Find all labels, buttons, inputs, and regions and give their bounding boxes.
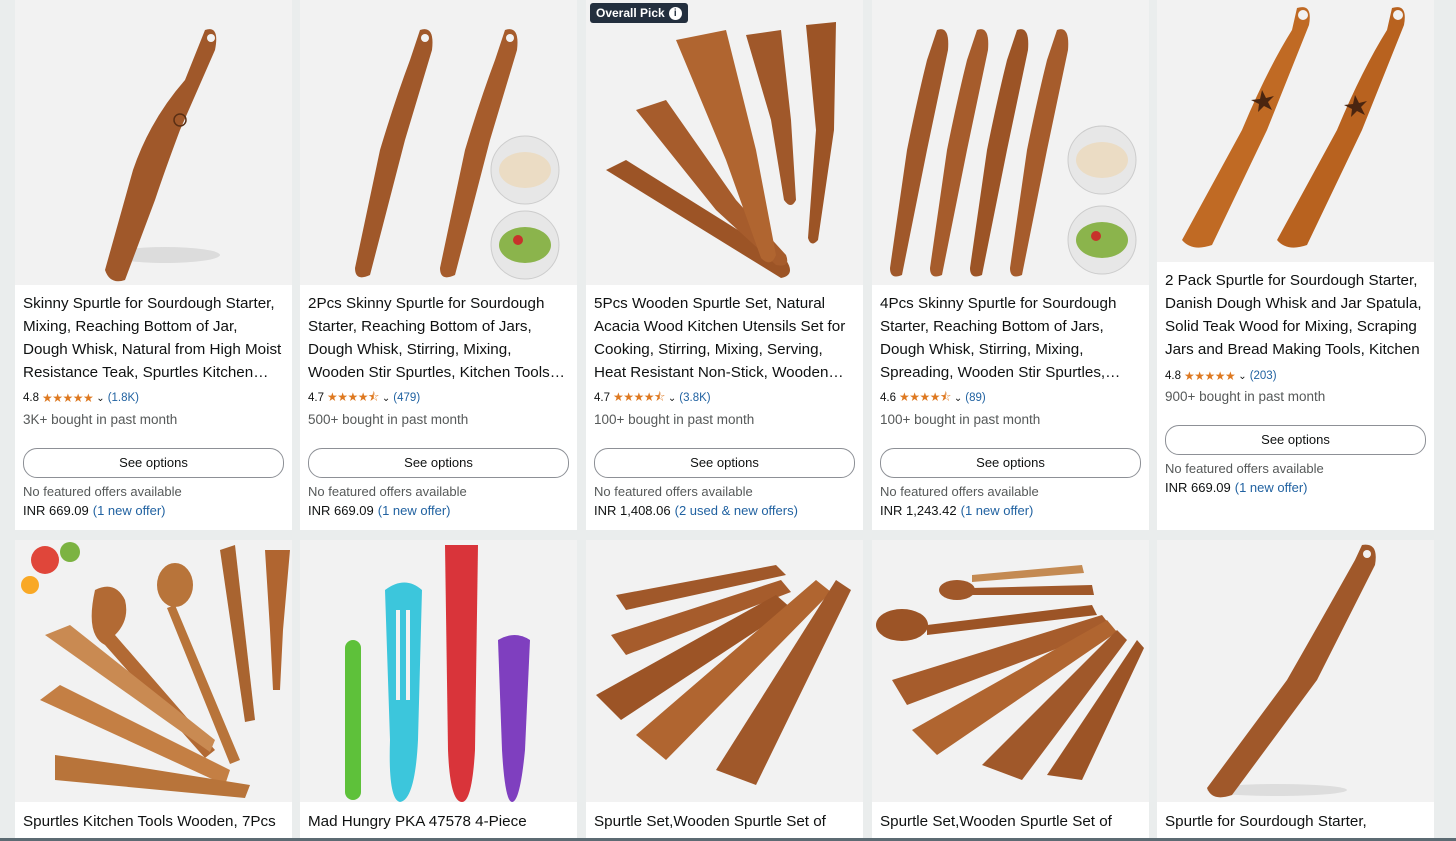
product-image[interactable] bbox=[1157, 540, 1434, 802]
product-title[interactable]: Spurtle for Sourdough Starter, bbox=[1165, 810, 1426, 833]
offer-link[interactable]: (1 new offer) bbox=[1235, 480, 1308, 495]
spurtle-image bbox=[1182, 7, 1405, 248]
rating-value: 4.8 bbox=[23, 392, 39, 404]
product-title[interactable]: 2 Pack Spurtle for Sourdough Starter, Da… bbox=[1165, 269, 1426, 361]
product-title[interactable]: Spurtles Kitchen Tools Wooden, 7Pcs bbox=[23, 810, 284, 833]
price-line: INR 669.09 (1 new offer) bbox=[23, 503, 166, 518]
spurtle-set-image bbox=[596, 565, 851, 785]
no-featured-offers: No featured offers available bbox=[880, 484, 1039, 499]
product-image[interactable] bbox=[586, 0, 863, 285]
product-rating[interactable]: 4.8 ★★★★★ ⌄ (1.8K) bbox=[23, 390, 139, 406]
product-image[interactable] bbox=[586, 540, 863, 802]
see-options-button[interactable]: See options bbox=[1165, 425, 1426, 455]
product-title[interactable]: Spurtle Set,Wooden Spurtle Set of bbox=[880, 810, 1141, 833]
price-line: INR 1,243.42 (1 new offer) bbox=[880, 503, 1033, 518]
see-options-button[interactable]: See options bbox=[594, 448, 855, 478]
product-rating[interactable]: 4.8 ★★★★★ ⌄ (203) bbox=[1165, 368, 1277, 384]
bought-text: 3K+ bought in past month bbox=[23, 412, 178, 427]
star-icons: ★★★★⯪ bbox=[899, 389, 951, 404]
chevron-down-icon[interactable]: ⌄ bbox=[1238, 371, 1246, 382]
product-grid: Skinny Spurtle for Sourdough Starter, Mi… bbox=[0, 0, 1456, 841]
no-featured-offers: No featured offers available bbox=[1165, 461, 1324, 476]
product-image[interactable] bbox=[15, 0, 292, 285]
see-options-button[interactable]: See options bbox=[308, 448, 569, 478]
price-value: INR 669.09 bbox=[308, 503, 374, 518]
review-count[interactable]: (479) bbox=[393, 392, 420, 404]
silicone-spurtles-image bbox=[345, 545, 530, 802]
price-line: INR 669.09 (1 new offer) bbox=[1165, 480, 1308, 495]
bought-text: 500+ bought in past month bbox=[308, 412, 469, 427]
wooden-utensils-image bbox=[21, 542, 290, 798]
product-image[interactable] bbox=[872, 540, 1149, 802]
product-rating[interactable]: 4.7 ★★★★⯪ ⌄ (479) bbox=[308, 390, 420, 406]
product-card[interactable]: 4Pcs Skinny Spurtle for Sourdough Starte… bbox=[872, 0, 1149, 530]
price-value: INR 1,243.42 bbox=[880, 503, 957, 518]
product-title[interactable]: Skinny Spurtle for Sourdough Starter, Mi… bbox=[23, 292, 284, 384]
chevron-down-icon[interactable]: ⌄ bbox=[96, 393, 104, 404]
spurtle-image bbox=[1207, 544, 1376, 798]
price-value: INR 669.09 bbox=[23, 503, 89, 518]
product-card[interactable]: Spurtles Kitchen Tools Wooden, 7Pcs bbox=[15, 540, 292, 841]
review-count[interactable]: (89) bbox=[965, 392, 985, 404]
badge-label: Overall Pick bbox=[596, 6, 665, 20]
no-featured-offers: No featured offers available bbox=[23, 484, 182, 499]
spurtle-set-image bbox=[876, 565, 1144, 780]
offer-link[interactable]: (1 new offer) bbox=[378, 503, 451, 518]
star-icons: ★★★★⯪ bbox=[327, 389, 379, 404]
star-icons: ★★★★★ bbox=[42, 391, 94, 405]
product-image[interactable] bbox=[300, 0, 577, 285]
offer-link[interactable]: (1 new offer) bbox=[93, 503, 166, 518]
price-value: INR 669.09 bbox=[1165, 480, 1231, 495]
spurtle-image bbox=[355, 29, 560, 280]
price-line: INR 1,408.06 (2 used & new offers) bbox=[594, 503, 798, 518]
review-count[interactable]: (1.8K) bbox=[108, 392, 139, 404]
see-options-button[interactable]: See options bbox=[23, 448, 284, 478]
product-card[interactable]: 2Pcs Skinny Spurtle for Sourdough Starte… bbox=[300, 0, 577, 530]
info-icon[interactable]: i bbox=[668, 6, 682, 20]
offer-link[interactable]: (2 used & new offers) bbox=[675, 503, 798, 518]
star-icons: ★★★★⯪ bbox=[613, 389, 665, 404]
product-title[interactable]: 2Pcs Skinny Spurtle for Sourdough Starte… bbox=[308, 292, 569, 384]
product-card[interactable]: Mad Hungry PKA 47578 4-Piece bbox=[300, 540, 577, 841]
spurtle-set-image bbox=[606, 22, 836, 278]
product-card[interactable]: Skinny Spurtle for Sourdough Starter, Mi… bbox=[15, 0, 292, 530]
product-image[interactable] bbox=[1157, 0, 1434, 262]
spurtle-image bbox=[890, 29, 1137, 277]
product-title[interactable]: 5Pcs Wooden Spurtle Set, Natural Acacia … bbox=[594, 292, 855, 384]
product-card[interactable]: 5Pcs Wooden Spurtle Set, Natural Acacia … bbox=[586, 0, 863, 530]
review-count[interactable]: (3.8K) bbox=[679, 392, 710, 404]
bought-text: 100+ bought in past month bbox=[880, 412, 1041, 427]
product-title[interactable]: 4Pcs Skinny Spurtle for Sourdough Starte… bbox=[880, 292, 1141, 384]
product-title[interactable]: Spurtle Set,Wooden Spurtle Set of bbox=[594, 810, 855, 833]
product-rating[interactable]: 4.6 ★★★★⯪ ⌄ (89) bbox=[880, 390, 986, 406]
product-card[interactable]: Spurtle for Sourdough Starter, bbox=[1157, 540, 1434, 841]
rating-value: 4.7 bbox=[308, 392, 324, 404]
price-value: INR 1,408.06 bbox=[594, 503, 671, 518]
product-card[interactable]: Spurtle Set,Wooden Spurtle Set of bbox=[872, 540, 1149, 841]
overall-pick-badge[interactable]: Overall Pick i bbox=[590, 3, 688, 23]
product-rating[interactable]: 4.7 ★★★★⯪ ⌄ (3.8K) bbox=[594, 390, 711, 406]
rating-value: 4.7 bbox=[594, 392, 610, 404]
product-image[interactable] bbox=[15, 540, 292, 802]
see-options-button[interactable]: See options bbox=[880, 448, 1141, 478]
bought-text: 100+ bought in past month bbox=[594, 412, 755, 427]
spurtle-image bbox=[105, 29, 220, 282]
product-card[interactable]: 2 Pack Spurtle for Sourdough Starter, Da… bbox=[1157, 0, 1434, 530]
product-card[interactable]: Spurtle Set,Wooden Spurtle Set of bbox=[586, 540, 863, 841]
chevron-down-icon[interactable]: ⌄ bbox=[382, 393, 390, 404]
rating-value: 4.8 bbox=[1165, 370, 1181, 382]
product-image[interactable] bbox=[300, 540, 577, 802]
price-line: INR 669.09 (1 new offer) bbox=[308, 503, 451, 518]
chevron-down-icon[interactable]: ⌄ bbox=[668, 393, 676, 404]
product-image[interactable] bbox=[872, 0, 1149, 285]
product-title[interactable]: Mad Hungry PKA 47578 4-Piece bbox=[308, 810, 569, 833]
review-count[interactable]: (203) bbox=[1250, 370, 1277, 382]
chevron-down-icon[interactable]: ⌄ bbox=[954, 393, 962, 404]
offer-link[interactable]: (1 new offer) bbox=[961, 503, 1034, 518]
rating-value: 4.6 bbox=[880, 392, 896, 404]
star-icons: ★★★★★ bbox=[1184, 369, 1236, 383]
no-featured-offers: No featured offers available bbox=[594, 484, 753, 499]
bought-text: 900+ bought in past month bbox=[1165, 389, 1326, 404]
no-featured-offers: No featured offers available bbox=[308, 484, 467, 499]
